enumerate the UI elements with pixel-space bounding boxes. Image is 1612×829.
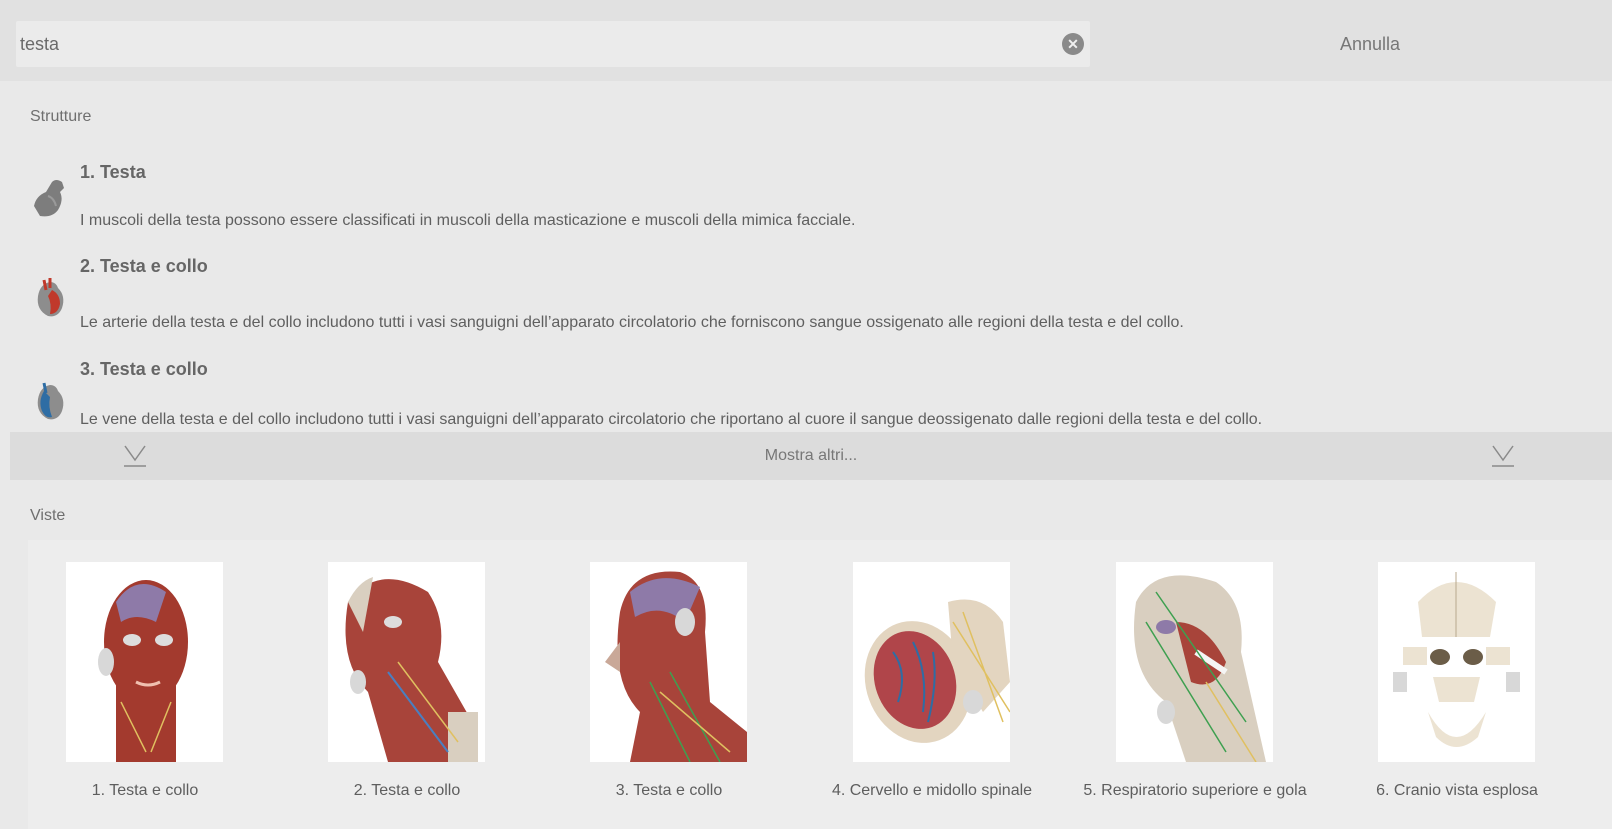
view-thumbnail	[590, 562, 747, 762]
structure-result-2[interactable]: 2. Testa e collo Le arterie della testa …	[0, 256, 1612, 336]
clear-icon[interactable]: ✕	[1062, 33, 1084, 55]
view-label: 3. Testa e collo	[615, 782, 723, 799]
search-field-container[interactable]: ✕	[16, 21, 1090, 67]
views-gallery: 1. Testa e collo 2. Testa e collo 3. Tes…	[28, 540, 1612, 829]
view-label: 6. Cranio vista esplosa	[1376, 782, 1538, 799]
heart-artery-icon	[30, 276, 72, 320]
search-input[interactable]	[20, 21, 1030, 67]
views-heading: Viste	[30, 507, 66, 524]
cancel-button[interactable]: Annulla	[1290, 30, 1450, 58]
view-thumbnail	[1378, 562, 1535, 762]
view-label: 1. Testa e collo	[91, 782, 199, 799]
structure-description: Le vene della testa e del collo includon…	[80, 411, 1263, 428]
search-bar: ✕ Annulla	[0, 0, 1612, 81]
structures-list: 1. Testa I muscoli della testa possono e…	[0, 86, 1612, 428]
structure-result-3[interactable]: 3. Testa e collo Le vene della testa e d…	[0, 359, 1612, 428]
structure-title: 2. Testa e collo	[80, 256, 208, 276]
structure-description: Le arterie della testa e del collo inclu…	[80, 314, 1184, 331]
heart-vein-icon	[30, 379, 72, 423]
view-label: 2. Testa e collo	[353, 782, 461, 799]
muscle-arm-icon	[30, 176, 72, 220]
structure-result-1[interactable]: 1. Testa I muscoli della testa possono e…	[0, 162, 1612, 242]
structure-title: 3. Testa e collo	[80, 359, 208, 379]
view-label: 5. Respiratorio superiore e gola	[1083, 782, 1307, 799]
view-thumbnail	[328, 562, 485, 762]
view-thumbnail	[853, 562, 1010, 762]
view-thumbnail	[66, 562, 223, 762]
structure-title: 1. Testa	[80, 162, 146, 182]
show-more-label: Mostra altri...	[764, 447, 858, 464]
chevron-down-icon	[1490, 442, 1516, 470]
view-thumbnail	[1116, 562, 1273, 762]
structure-description: I muscoli della testa possono essere cla…	[80, 212, 856, 229]
view-label: 4. Cervello e midollo spinale	[831, 782, 1033, 799]
show-more-button[interactable]: Mostra altri...	[10, 432, 1612, 480]
